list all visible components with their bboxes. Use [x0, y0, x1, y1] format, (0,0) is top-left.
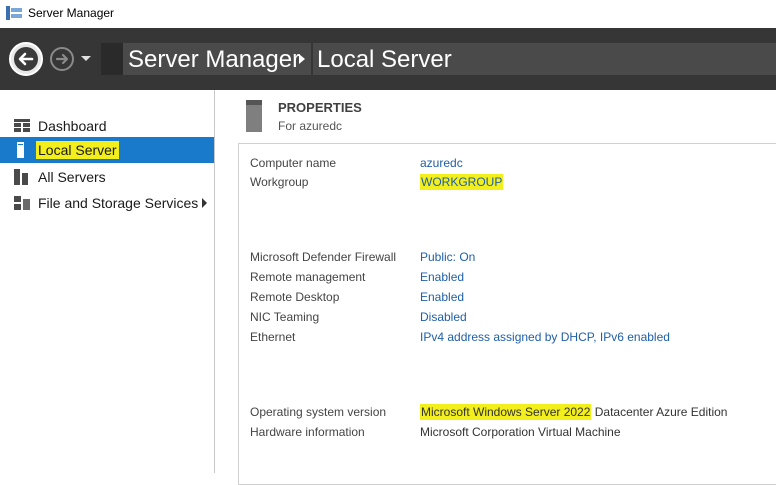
property-label: NIC Teaming — [250, 310, 320, 324]
title-bar: Server Manager — [0, 0, 776, 28]
storage-icon — [14, 196, 30, 210]
sidebar-item-label: File and Storage Services — [38, 195, 199, 211]
breadcrumb-current: Local Server — [317, 46, 452, 73]
breadcrumb-divider — [311, 43, 313, 75]
chevron-right-icon[interactable] — [202, 198, 207, 208]
computer-name-link[interactable]: azuredc — [420, 156, 463, 170]
forward-button[interactable] — [50, 47, 74, 71]
workgroup-link[interactable]: WORKGROUP — [420, 174, 504, 190]
property-label: Microsoft Defender Firewall — [250, 250, 397, 264]
remote-desktop-link[interactable]: Enabled — [420, 290, 464, 304]
sidebar-item-all-servers[interactable]: All Servers — [0, 164, 214, 190]
sidebar-item-label: Dashboard — [38, 118, 107, 134]
dashboard-icon — [14, 119, 30, 132]
nic-teaming-link[interactable]: Disabled — [420, 310, 467, 324]
sidebar-item-label: All Servers — [38, 169, 106, 185]
breadcrumb-root[interactable]: Server Manager — [128, 46, 300, 74]
sidebar-item-label: Local Server — [36, 141, 119, 159]
servers-icon — [14, 169, 28, 185]
back-button[interactable] — [9, 42, 43, 76]
breadcrumb-left-block — [101, 43, 123, 75]
properties-header-icon-top — [246, 100, 262, 105]
ethernet-link[interactable]: IPv4 address assigned by DHCP, IPv6 enab… — [420, 330, 670, 344]
hardware-info-value: Microsoft Corporation Virtual Machine — [420, 425, 621, 439]
os-version-highlight: Microsoft Windows Server 2022 — [420, 404, 592, 420]
workgroup-value[interactable]: WORKGROUP — [420, 174, 504, 190]
property-label: Operating system version — [250, 405, 387, 419]
property-label: Remote management — [250, 270, 366, 284]
firewall-link[interactable]: Public: On — [420, 250, 475, 264]
window-title: Server Manager — [28, 6, 115, 20]
server-icon — [17, 142, 24, 158]
history-dropdown-button[interactable] — [80, 50, 92, 66]
property-label: Workgroup — [250, 175, 309, 189]
back-arrow-icon — [14, 47, 38, 71]
property-label: Computer name — [250, 156, 337, 170]
os-version-rest: Datacenter Azure Edition — [591, 405, 728, 419]
forward-arrow-icon — [55, 53, 69, 65]
chevron-down-icon — [81, 56, 91, 61]
remote-management-link[interactable]: Enabled — [420, 270, 464, 284]
property-label: Hardware information — [250, 425, 365, 439]
sidebar-item-local-server[interactable]: Local Server — [0, 137, 214, 163]
sidebar: Dashboard Local Server All Servers File … — [0, 90, 215, 473]
sidebar-item-dashboard[interactable]: Dashboard — [0, 113, 214, 139]
server-manager-app-icon — [6, 6, 22, 20]
property-label: Remote Desktop — [250, 290, 340, 304]
sidebar-item-file-storage-services[interactable]: File and Storage Services — [0, 190, 214, 216]
property-label: Ethernet — [250, 330, 296, 344]
properties-title: PROPERTIES — [278, 100, 362, 115]
properties-subtitle: For azuredc — [278, 119, 343, 133]
breadcrumb-separator-icon[interactable] — [299, 54, 305, 64]
os-version-value: Microsoft Windows Server 2022 Datacenter… — [420, 404, 728, 420]
